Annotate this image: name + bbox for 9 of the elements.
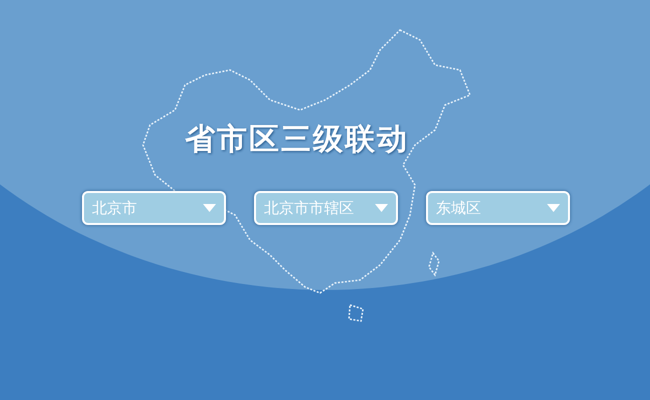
island-outline bbox=[348, 304, 364, 322]
caret-icon bbox=[547, 204, 560, 212]
page-title: 省市区三级联动 bbox=[185, 121, 410, 159]
island-outline bbox=[428, 251, 440, 277]
caret-icon bbox=[203, 204, 216, 212]
caret-icon bbox=[375, 204, 388, 212]
dropdown-select[interactable]: 北京市市辖区 bbox=[254, 191, 398, 225]
dropdown-select[interactable]: 北京市 bbox=[82, 191, 226, 225]
dropdown-select[interactable]: 东城区 bbox=[426, 191, 570, 225]
